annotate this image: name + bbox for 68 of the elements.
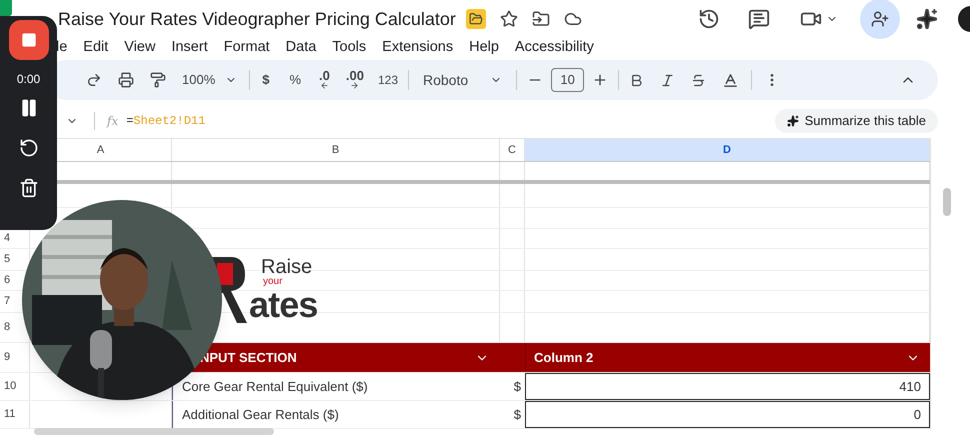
add-person-icon — [871, 10, 889, 28]
menu-item[interactable]: Format — [224, 37, 270, 59]
summarize-table-button[interactable]: Summarize this table — [774, 109, 938, 133]
delete-icon[interactable] — [18, 178, 38, 198]
left-arrow-icon — [320, 80, 329, 90]
logo-text: Raise — [261, 257, 314, 277]
menu-item[interactable]: Insert — [171, 37, 208, 59]
menu-item[interactable]: le — [56, 37, 68, 59]
recording-timer: 0:00 — [16, 71, 40, 88]
folder-icon[interactable] — [466, 9, 486, 29]
document-title[interactable]: Raise Your Rates Videographer Pricing Calculator — [58, 6, 456, 32]
sparkle-icon — [786, 115, 799, 127]
row-number: 11 — [4, 407, 16, 422]
cloud-icon[interactable] — [564, 10, 582, 28]
history-icon[interactable] — [698, 8, 720, 30]
logo-text: ates — [249, 287, 318, 323]
share-button[interactable] — [860, 0, 900, 39]
row-number: 6 — [4, 273, 10, 288]
zoom-dropdown[interactable]: 100% — [182, 70, 238, 90]
strikethrough-icon[interactable] — [691, 72, 706, 88]
menu-item[interactable]: Extensions — [382, 37, 454, 59]
restart-icon[interactable] — [18, 138, 38, 158]
table-cell: 410 — [525, 373, 930, 400]
move-folder-icon[interactable] — [532, 10, 550, 28]
sparkle-icon[interactable] — [916, 8, 938, 30]
font-dropdown[interactable]: Roboto — [423, 70, 502, 90]
star-icon[interactable] — [500, 10, 518, 28]
fx-icon: fx — [107, 112, 118, 130]
number-format-button[interactable]: 123 — [378, 71, 398, 89]
table-cell-text: $ — [512, 406, 522, 424]
paint-format-icon[interactable] — [150, 72, 166, 88]
row-number: 9 — [4, 350, 10, 366]
bold-icon[interactable] — [629, 72, 644, 88]
right-arrow-icon — [350, 80, 360, 90]
row-number: 10 — [4, 379, 16, 394]
table-cell-text: $ — [512, 378, 522, 396]
stop-button[interactable] — [8, 20, 48, 60]
column-header[interactable]: A — [96, 142, 104, 158]
comment-icon[interactable] — [748, 8, 770, 30]
column-header[interactable]: C — [508, 142, 516, 158]
currency-format-button[interactable]: $ — [262, 70, 270, 90]
decrease-decimal-button[interactable]: .0 — [319, 70, 330, 90]
print-icon[interactable] — [118, 72, 134, 88]
redo-icon[interactable] — [86, 72, 102, 88]
formula-field[interactable]: =Sheet2!D11 — [126, 112, 206, 130]
percent-format-button[interactable]: % — [289, 70, 302, 90]
row-number: 8 — [4, 320, 10, 336]
logo-text: your — [263, 277, 284, 287]
font-size-field[interactable]: 10 — [551, 68, 584, 92]
menu-item[interactable]: Edit — [83, 37, 108, 59]
menu-item[interactable]: Data — [286, 37, 316, 59]
italic-icon[interactable] — [660, 72, 676, 88]
row-number: 4 — [4, 231, 10, 246]
menu-item[interactable]: Tools — [332, 37, 366, 59]
row-number: 5 — [4, 252, 10, 268]
increase-decimal-button[interactable]: .00 — [346, 70, 364, 90]
column-header[interactable]: B — [332, 142, 340, 158]
menu-item[interactable]: View — [124, 37, 156, 59]
vertical-scrollbar[interactable] — [943, 188, 951, 216]
menu-item[interactable]: Help — [469, 37, 499, 59]
menu-item[interactable]: Accessibility — [514, 37, 594, 59]
row-number: 7 — [4, 294, 10, 310]
text-color-icon[interactable] — [722, 72, 740, 88]
stop-icon — [20, 32, 36, 48]
header-label: Column 2 — [534, 348, 594, 367]
horizontal-scrollbar[interactable] — [34, 428, 274, 435]
table-cell: 0 — [525, 401, 930, 428]
column-header[interactable]: D — [723, 142, 731, 158]
